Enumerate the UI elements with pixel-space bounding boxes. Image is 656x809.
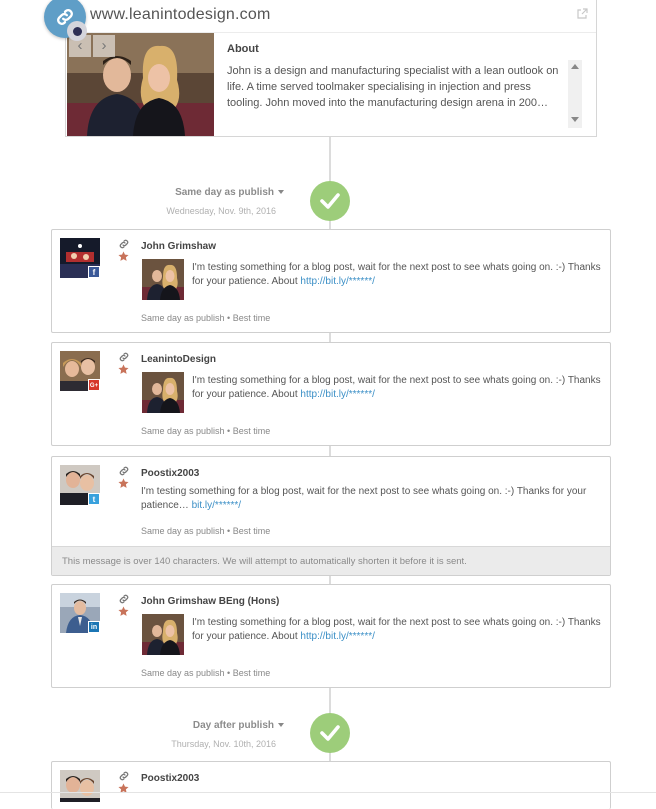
post-card[interactable]: in John Grimshaw BEng (Hons) I'm testing…	[51, 584, 611, 688]
link-preview-card: www.leanintodesign.com ‹ › About John is…	[65, 0, 597, 137]
check-icon	[310, 181, 350, 221]
scroll-up-icon[interactable]	[571, 64, 579, 69]
next-image-button[interactable]: ›	[93, 35, 115, 57]
post-link[interactable]: bit.ly/******/	[192, 500, 241, 511]
avatar: t	[60, 465, 100, 505]
post-thumbnail	[142, 372, 184, 413]
link-icon[interactable]	[118, 465, 130, 477]
about-title: About	[227, 43, 259, 55]
post-thumbnail	[142, 259, 184, 300]
post-message: I'm testing something for a blog post, w…	[192, 375, 601, 400]
linkedin-icon: in	[88, 621, 100, 633]
avatar: G+	[60, 351, 100, 391]
post-author: Poostix2003	[141, 468, 200, 479]
post-author: John Grimshaw	[141, 241, 217, 252]
viewport-edge	[0, 792, 656, 793]
check-icon	[310, 713, 350, 753]
link-icon[interactable]	[118, 238, 130, 250]
schedule-label[interactable]: Same day as publish	[120, 187, 284, 198]
about-text: John is a design and manufacturing speci…	[227, 65, 559, 109]
schedule-date: Thursday, Nov. 10th, 2016	[171, 739, 276, 749]
star-icon[interactable]	[118, 606, 129, 617]
external-link-icon[interactable]	[576, 8, 588, 20]
post-meta: Same day as publish • Best time	[141, 426, 271, 436]
star-icon[interactable]	[118, 364, 129, 375]
post-link[interactable]: http://bit.ly/******/	[300, 276, 374, 287]
post-author: John Grimshaw BEng (Hons)	[141, 596, 280, 607]
scroll-down-icon[interactable]	[571, 117, 579, 122]
post-card[interactable]: t Poostix2003 I'm testing something for …	[51, 456, 611, 576]
avatar: f	[60, 238, 100, 278]
post-card[interactable]: f John Grimshaw I'm testing something fo…	[51, 229, 611, 333]
google-plus-icon: G+	[88, 379, 100, 391]
post-thumbnail	[142, 614, 184, 655]
caret-down-icon	[278, 190, 284, 195]
length-warning: This message is over 140 characters. We …	[52, 546, 610, 575]
avatar: in	[60, 593, 100, 633]
schedule-date: Wednesday, Nov. 9th, 2016	[166, 206, 276, 216]
post-message: I'm testing something for a blog post, w…	[141, 486, 587, 511]
about-scrollbar[interactable]	[568, 60, 582, 128]
caret-down-icon	[278, 723, 284, 728]
link-icon[interactable]	[118, 351, 130, 363]
post-message: I'm testing something for a blog post, w…	[192, 262, 601, 287]
link-icon[interactable]	[118, 593, 130, 605]
avatar	[60, 770, 100, 802]
facebook-icon: f	[88, 266, 100, 278]
post-message: I'm testing something for a blog post, w…	[192, 617, 601, 642]
schedule-label[interactable]: Day after publish	[120, 720, 284, 731]
star-icon[interactable]	[118, 478, 129, 489]
twitter-icon: t	[88, 493, 100, 505]
link-url[interactable]: www.leanintodesign.com	[90, 6, 271, 24]
post-card[interactable]: Poostix2003	[51, 761, 611, 809]
post-meta: Same day as publish • Best time	[141, 313, 271, 323]
drag-handle[interactable]	[67, 21, 87, 41]
post-meta: Same day as publish • Best time	[141, 668, 271, 678]
star-icon[interactable]	[118, 251, 129, 262]
post-author: LeanintoDesign	[141, 354, 217, 365]
post-meta: Same day as publish • Best time	[141, 526, 271, 536]
post-card[interactable]: G+ LeanintoDesign I'm testing something …	[51, 342, 611, 446]
post-link[interactable]: http://bit.ly/******/	[300, 389, 374, 400]
post-link[interactable]: http://bit.ly/******/	[300, 631, 374, 642]
post-author: Poostix2003	[141, 773, 200, 784]
link-icon[interactable]	[118, 770, 130, 782]
